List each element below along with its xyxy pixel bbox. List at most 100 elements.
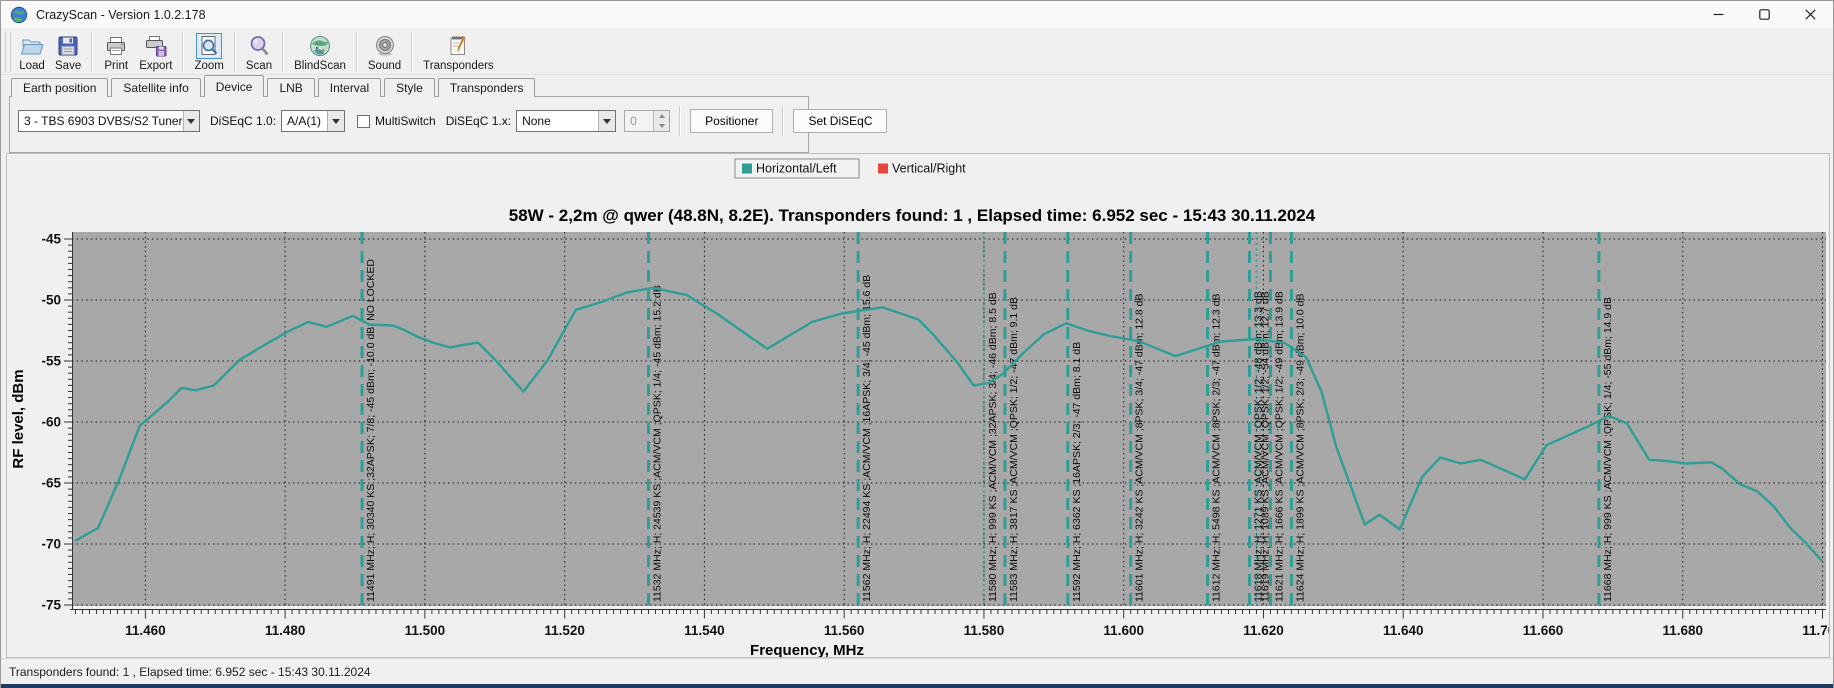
maximize-button[interactable] <box>1741 1 1787 28</box>
toolbar-separator <box>282 31 285 72</box>
app-window: CrazyScan - Version 1.0.2.178 Load Save … <box>0 0 1834 688</box>
x-tick-label: 11.540 <box>684 623 725 638</box>
transponder-label: 11532 MHz; H; 24539 KS ;ACM/VCM ;QPSK; 1… <box>652 285 664 602</box>
legend-swatch <box>878 163 888 174</box>
status-bar: Transponders found: 1 , Elapsed time: 6.… <box>1 658 1833 684</box>
globe-scan-icon <box>307 33 333 59</box>
transponder-label: 11592 MHz; H; 6362 KS ;16APSK; 2/3; -47 … <box>1071 342 1083 602</box>
x-tick-label: 11.520 <box>544 623 585 638</box>
diseqc10-select-value: A/A(1) <box>287 114 322 128</box>
tab-transponders[interactable]: Transponders <box>437 78 536 97</box>
toolbar: Load Save Print Export Zoom Scan BlindSc… <box>1 29 1833 75</box>
scan-label: Scan <box>245 59 273 72</box>
window-title: CrazyScan - Version 1.0.2.178 <box>36 7 206 22</box>
y-axis-title: RF level, dBm <box>10 369 27 468</box>
spectrum-chart[interactable]: Horizontal/Left Vertical/Right 58W - 2,2m … <box>7 154 1829 657</box>
diseqc1x-label: DiSEqC 1.x: <box>445 114 512 128</box>
tuner-select[interactable]: 3 - TBS 6903 DVBS/S2 Tuner 1 <box>18 110 200 132</box>
device-tab-page: 3 - TBS 6903 DVBS/S2 Tuner 1 DiSEqC 1.0:… <box>9 96 888 153</box>
toolbar-gripper[interactable] <box>5 31 11 72</box>
scan-button[interactable]: Scan <box>241 31 277 73</box>
x-tick-label: 11.660 <box>1523 623 1564 638</box>
tab-satellite-info[interactable]: Satellite info <box>111 78 201 97</box>
zoom-button[interactable]: Zoom <box>189 31 228 73</box>
chevron-down-icon <box>182 111 199 131</box>
panel-separator <box>782 106 785 136</box>
y-tick-label: -45 <box>41 232 61 247</box>
tab-interval[interactable]: Interval <box>317 78 382 97</box>
set-diseqc-button[interactable]: Set DiSEqC <box>793 109 888 133</box>
speaker-icon <box>372 33 398 59</box>
y-tick-label: -50 <box>41 293 61 308</box>
legend-swatch <box>742 163 752 174</box>
print-label: Print <box>104 59 129 72</box>
transponder-label: 11619 MHz; H; 1089 KS ;ACM/VCM ;QPSK; 1/… <box>1260 291 1272 602</box>
floppy-disk-icon <box>55 33 81 59</box>
legend-item-horizontal-left[interactable]: Horizontal/Left <box>734 158 860 179</box>
blindscan-button[interactable]: BlindScan <box>289 31 351 73</box>
tab-lnb[interactable]: LNB <box>267 78 315 97</box>
transponder-label: 11621 MHz; H; 1666 KS ;ACM/VCM ;QPSK; 1/… <box>1274 291 1286 602</box>
tab-device[interactable]: Device <box>203 75 265 97</box>
title-bar: CrazyScan - Version 1.0.2.178 <box>1 1 1833 29</box>
stepper-down-icon[interactable] <box>654 121 670 131</box>
save-button[interactable]: Save <box>50 31 86 73</box>
y-tick-label: -70 <box>41 537 61 552</box>
stepper-up-icon[interactable] <box>654 111 670 121</box>
maximize-icon <box>1758 9 1770 20</box>
notepad-pencil-icon <box>445 33 471 59</box>
legend-label: Horizontal/Left <box>756 162 837 176</box>
export-button[interactable]: Export <box>134 31 177 73</box>
diseqc1x-select-value: None <box>522 114 551 128</box>
transponders-button[interactable]: Transponders <box>418 31 499 73</box>
panel-separator <box>679 106 682 136</box>
close-icon <box>1804 9 1816 20</box>
sound-button[interactable]: Sound <box>363 31 406 73</box>
x-tick-label: 11.620 <box>1243 623 1284 638</box>
spectrum-chart-panel: Horizontal/Left Vertical/Right 58W - 2,2m … <box>6 153 1830 658</box>
status-text: Transponders found: 1 , Elapsed time: 6.… <box>9 664 371 679</box>
chevron-down-icon <box>327 111 345 131</box>
chart-title: 58W - 2,2m @ qwer (48.8N, 8.2E). Transpo… <box>509 206 1316 225</box>
multiswitch-checkbox[interactable] <box>357 114 371 128</box>
x-tick-label: 11.580 <box>964 623 1005 638</box>
blindscan-label: BlindScan <box>294 59 346 72</box>
load-label: Load <box>19 59 45 72</box>
close-button[interactable] <box>1787 1 1833 28</box>
transponder-label: 11580 MHz; H; 999 KS ;ACM/VCM ;32APSK; 3… <box>987 292 999 602</box>
x-tick-label: 11.560 <box>824 623 865 638</box>
tuner-select-value: 3 - TBS 6903 DVBS/S2 Tuner 1 <box>24 114 183 128</box>
load-button[interactable]: Load <box>14 31 50 73</box>
globe-icon <box>10 6 28 23</box>
toolbar-separator <box>411 31 414 72</box>
y-tick-label: -65 <box>41 476 61 491</box>
tab-style[interactable]: Style <box>384 78 435 97</box>
transponder-label: 11583 MHz; H; 3817 KS ;ACM/VCM ;QPSK; 1/… <box>1008 297 1020 602</box>
transponder-label: 11562 MHz; H; 22494 KS ;ACM/VCM ;16APSK;… <box>861 275 873 602</box>
legend-item-vertical-right[interactable]: Vertical/Right <box>878 162 966 176</box>
minimize-button[interactable] <box>1695 1 1741 28</box>
multiswitch-label: MultiSwitch <box>375 114 436 128</box>
x-tick-label: 11.680 <box>1662 623 1703 638</box>
x-tick-label: 11.500 <box>405 623 446 638</box>
transponder-label: 11668 MHz; H; 999 KS ;ACM/VCM ;QPSK; 1/4… <box>1602 297 1614 602</box>
toolbar-separator <box>91 31 94 72</box>
x-tick-label: 11.600 <box>1103 623 1144 638</box>
diseqc1x-select[interactable]: None <box>516 110 617 132</box>
toolbar-separator <box>182 31 185 72</box>
printer-export-icon <box>143 33 169 59</box>
tab-earth-position[interactable]: Earth position <box>11 78 109 97</box>
document-magnifier-icon <box>196 32 223 59</box>
print-button[interactable]: Print <box>98 31 134 73</box>
y-tick-label: -55 <box>41 354 61 369</box>
spectrum-plot-area[interactable] <box>72 232 1826 606</box>
export-label: Export <box>139 59 173 72</box>
chevron-down-icon <box>598 111 616 131</box>
transponders-label: Transponders <box>423 59 494 72</box>
diseqc-position-stepper[interactable]: 0 <box>624 110 671 132</box>
open-folder-icon <box>19 33 45 59</box>
legend-label: Vertical/Right <box>892 162 966 176</box>
diseqc10-select[interactable]: A/A(1) <box>281 110 346 132</box>
save-label: Save <box>55 59 82 72</box>
positioner-button[interactable]: Positioner <box>690 109 774 133</box>
